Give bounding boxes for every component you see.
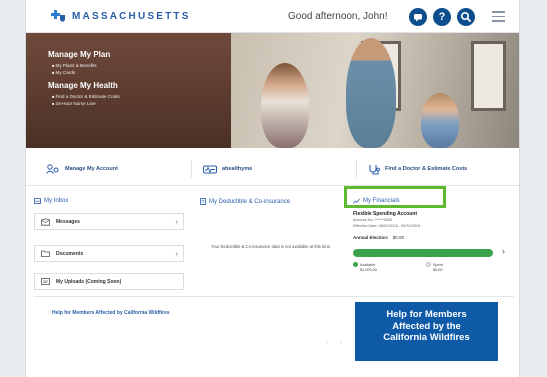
wildfire-help-banner[interactable]: Help for Members Affected by the Califor…	[355, 302, 498, 361]
manage-health-title[interactable]: Manage My Health	[48, 81, 120, 90]
window-decor	[471, 41, 506, 111]
election-label: Annual Election:	[353, 235, 389, 240]
fsa-annual-election: Annual Election: $0.00	[353, 235, 404, 240]
available-value: $1,000.00	[360, 268, 377, 272]
spent-dot	[426, 262, 431, 267]
messages-icon	[41, 217, 50, 226]
spent-legend: Spent $0.00	[426, 262, 443, 273]
bcbs-logo-icon[interactable]	[50, 9, 66, 24]
chevron-right-icon: ›	[175, 249, 178, 258]
document-icon	[200, 198, 206, 205]
banner-line-1: Help for Members	[386, 309, 467, 320]
find-doctor-link[interactable]: Find a Doctor & Estimate Costs	[52, 94, 120, 99]
folder-icon	[41, 250, 50, 257]
help-icon[interactable]: ?	[433, 8, 451, 26]
inbox-title[interactable]: My Inbox	[34, 198, 68, 204]
available-label: Available	[360, 263, 376, 267]
manage-account-label: Manage My Account	[65, 166, 118, 172]
deductible-title[interactable]: My Deductible & Co-insurance	[200, 198, 290, 205]
carousel-prev-icon[interactable]: ‹	[326, 340, 328, 346]
fsa-account-number: Account No: ******5000	[353, 218, 393, 222]
deductible-title-text: My Deductible & Co-insurance	[209, 198, 291, 205]
find-doctor-quick-link[interactable]: Find a Doctor & Estimate Costs	[368, 162, 467, 176]
fsa-progress-fill	[353, 249, 493, 257]
photo-boy	[421, 93, 459, 148]
uploads-label: My Uploads (Coming Soon)	[56, 278, 122, 285]
banner-line-3: California Wildfires	[383, 332, 470, 343]
app-frame: MASSACHUSETTS Good afternoon, John! ? Ma…	[25, 0, 520, 377]
separator	[191, 160, 192, 178]
wildfire-help-link[interactable]: Help for Members Affected by California …	[52, 310, 170, 316]
chevron-right-icon: ›	[175, 217, 178, 226]
available-dot	[353, 262, 358, 267]
documents-label: Documents	[56, 250, 84, 257]
upload-icon	[41, 278, 50, 285]
fsa-effective-date: Effective Date: 06/01/2018 - 05/31/2019	[353, 224, 421, 228]
ahealthyme-link[interactable]: ahealthyme	[203, 162, 252, 176]
my-cards-link[interactable]: My Cards	[52, 70, 120, 75]
highlight-box	[344, 186, 446, 208]
election-value: $0.00	[392, 235, 405, 240]
hero-nav: Manage My Plan My Plans & Benefits My Ca…	[48, 50, 120, 108]
hero-banner: Manage My Plan My Plans & Benefits My Ca…	[26, 33, 519, 148]
messages-label: Messages	[56, 218, 80, 225]
manage-plan-title[interactable]: Manage My Plan	[48, 50, 120, 59]
inbox-icon	[34, 198, 41, 204]
search-icon[interactable]	[457, 8, 475, 26]
user-greeting: Good afternoon, John!	[288, 11, 388, 22]
chat-icon[interactable]	[409, 8, 427, 26]
section-divider	[34, 296, 514, 297]
inbox-title-text: My Inbox	[44, 198, 69, 204]
stethoscope-icon	[369, 164, 380, 174]
fsa-progress-bar	[353, 249, 493, 257]
menu-icon[interactable]	[492, 11, 505, 22]
ahealthyme-icon	[203, 165, 217, 174]
deductible-message: Your Deductible & Co-insurance data is n…	[210, 244, 332, 249]
find-doctor-quick-label: Find a Doctor & Estimate Costs	[385, 166, 468, 172]
financials-next-icon[interactable]: ›	[502, 246, 505, 256]
banner-line-2: Affected by the	[392, 320, 461, 332]
manage-account-link[interactable]: Manage My Account	[46, 162, 118, 176]
inbox-item-uploads[interactable]: My Uploads (Coming Soon)	[34, 273, 184, 290]
nurse-line-link[interactable]: 24-Hour Nurse Line	[52, 101, 120, 106]
available-legend: Available $1,000.00	[353, 262, 377, 273]
photo-mother	[346, 38, 396, 148]
ahealthyme-label: ahealthyme	[222, 166, 253, 172]
photo-girl	[261, 63, 309, 148]
quick-links-bar: Manage My Account ahealthyme Find a Doct…	[26, 152, 519, 186]
spent-value: $0.00	[433, 268, 443, 272]
top-header: MASSACHUSETTS Good afternoon, John! ?	[26, 0, 519, 33]
inbox-item-messages[interactable]: Messages ›	[34, 213, 184, 230]
spent-label: Spent	[433, 263, 443, 267]
carousel-next-icon[interactable]: ›	[340, 340, 342, 346]
account-icon	[46, 164, 59, 174]
separator	[356, 160, 357, 178]
inbox-item-documents[interactable]: Documents ›	[34, 245, 184, 262]
fsa-title[interactable]: Flexible Spending Account	[353, 211, 417, 217]
plans-benefits-link[interactable]: My Plans & Benefits	[52, 63, 120, 68]
brand-name: MASSACHUSETTS	[72, 11, 191, 22]
